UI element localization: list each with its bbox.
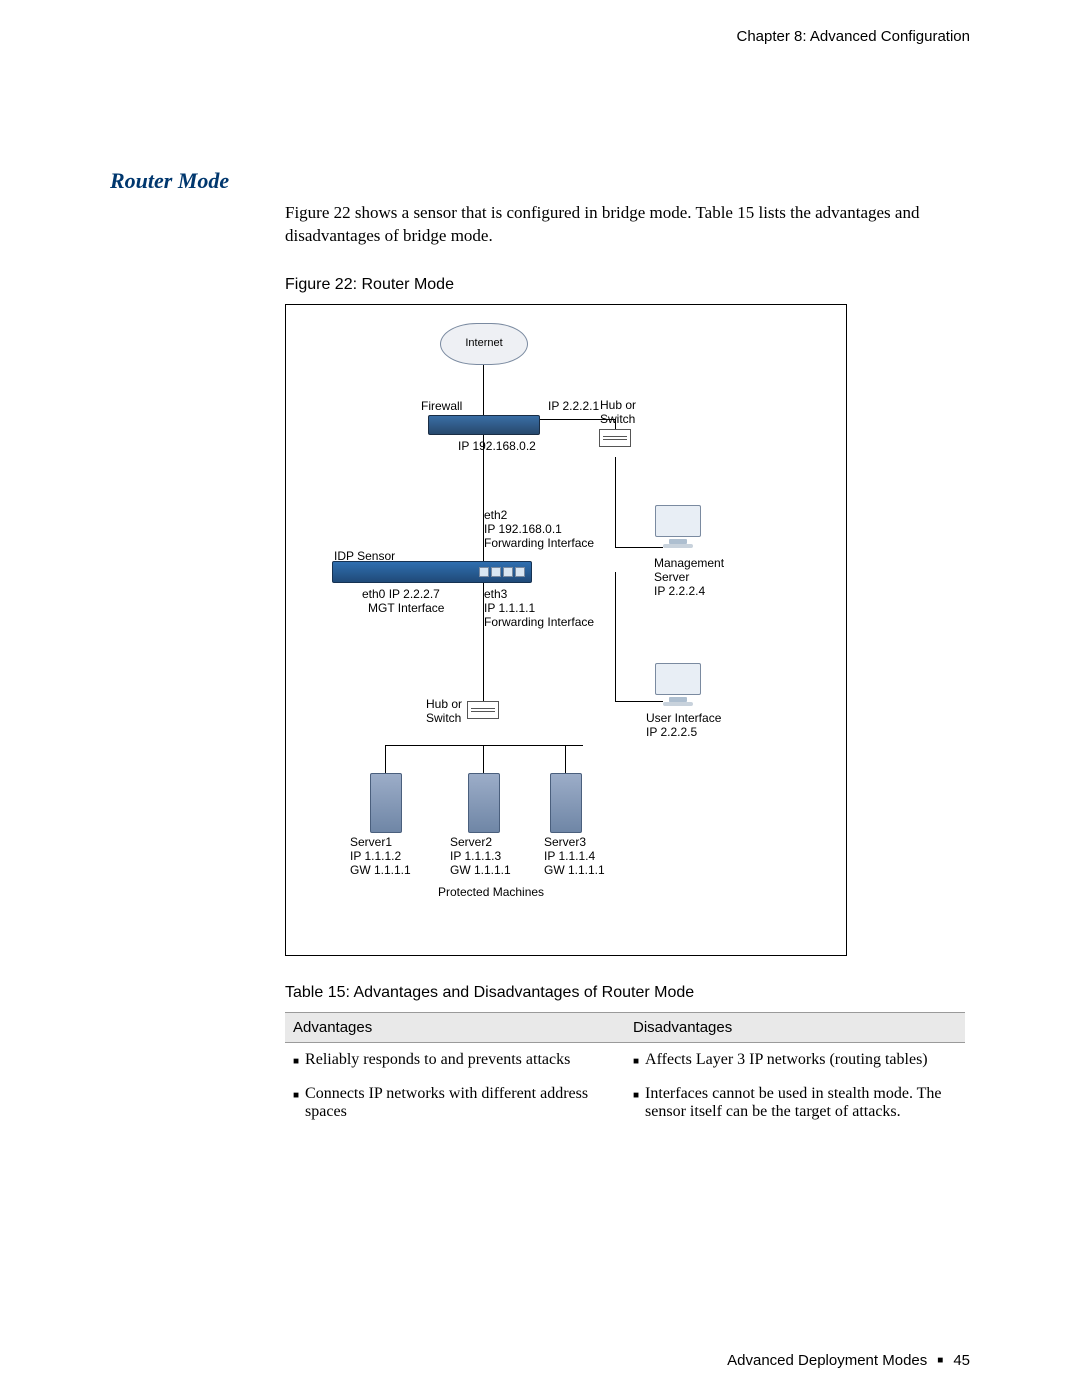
server3-l2: IP 1.1.1.4	[544, 849, 595, 863]
eth3-l2: IP 1.1.1.1	[484, 601, 535, 615]
table-row: ■Reliably responds to and prevents attac…	[285, 1043, 965, 1077]
th-disadvantages: Disadvantages	[625, 1013, 965, 1042]
table-caption: Table 15: Advantages and Disadvantages o…	[285, 984, 970, 1002]
eth0-l2: MGT Interface	[368, 601, 444, 615]
intro-text: Figure 22 shows a sensor that is configu…	[285, 202, 970, 248]
eth0-l1: eth0 IP 2.2.2.7	[362, 587, 440, 601]
server2-icon	[468, 773, 500, 833]
server1-l1: Server1	[350, 835, 392, 849]
list-item: ■Connects IP networks with different add…	[293, 1085, 617, 1121]
firewall-icon	[428, 415, 540, 435]
sensor-ports-icon	[479, 567, 525, 577]
ui-l2: IP 2.2.2.5	[646, 725, 697, 739]
eth3-l1: eth3	[484, 587, 507, 601]
adv-text: Connects IP networks with different addr…	[305, 1085, 617, 1121]
switch-bottom-icon	[467, 701, 499, 719]
switch-top-icon	[599, 429, 631, 447]
footer-bullet-icon: ■	[937, 1355, 943, 1366]
firewall-inner-ip: IP 192.168.0.2	[458, 439, 536, 453]
content-body: Figure 22 shows a sensor that is configu…	[285, 202, 970, 1129]
hub-bottom-l2: Switch	[426, 711, 461, 725]
eth2-l3: Forwarding Interface	[484, 536, 594, 550]
server3-icon	[550, 773, 582, 833]
server3-l1: Server3	[544, 835, 586, 849]
figure-diagram: Internet Firewall IP 2.2.2.1 IP 192.168.…	[285, 304, 847, 956]
dis-text: Affects Layer 3 IP networks (routing tab…	[645, 1051, 928, 1069]
footer-section: Advanced Deployment Modes	[727, 1352, 927, 1369]
firewall-label: Firewall	[421, 399, 462, 413]
server2-l1: Server2	[450, 835, 492, 849]
server2-l3: GW 1.1.1.1	[450, 863, 511, 877]
mgmt-l2: Server	[654, 570, 689, 584]
section-title: Router Mode	[110, 168, 970, 194]
hub-bottom-l1: Hub or	[426, 697, 462, 711]
internet-label: Internet	[465, 337, 502, 350]
mgmt-monitor-icon	[654, 505, 702, 549]
table-row: ■Connects IP networks with different add…	[285, 1077, 965, 1129]
server2-l2: IP 1.1.1.3	[450, 849, 501, 863]
page-footer: Advanced Deployment Modes ■ 45	[727, 1352, 970, 1369]
advantages-table: Advantages Disadvantages ■Reliably respo…	[285, 1012, 965, 1129]
document-page: Chapter 8: Advanced Configuration Router…	[0, 0, 1080, 1397]
page-header: Chapter 8: Advanced Configuration	[737, 28, 971, 45]
server1-l3: GW 1.1.1.1	[350, 863, 411, 877]
mgmt-l1: Management	[654, 556, 724, 570]
dis-text: Interfaces cannot be used in stealth mod…	[645, 1085, 957, 1121]
hub-top-label2: Switch	[600, 412, 635, 426]
table-header-row: Advantages Disadvantages	[285, 1012, 965, 1043]
adv-text: Reliably responds to and prevents attack…	[305, 1051, 570, 1069]
server3-l3: GW 1.1.1.1	[544, 863, 605, 877]
firewall-outer-ip: IP 2.2.2.1	[548, 399, 599, 413]
ui-l1: User Interface	[646, 711, 721, 725]
protected-machines-label: Protected Machines	[438, 885, 544, 899]
internet-cloud-icon: Internet	[440, 323, 528, 365]
mgmt-l3: IP 2.2.2.4	[654, 584, 705, 598]
footer-page-number: 45	[953, 1352, 970, 1369]
th-advantages: Advantages	[285, 1013, 625, 1042]
server1-l2: IP 1.1.1.2	[350, 849, 401, 863]
ui-monitor-icon	[654, 663, 702, 707]
eth2-l1: eth2	[484, 508, 507, 522]
figure-caption: Figure 22: Router Mode	[285, 276, 970, 294]
list-item: ■Interfaces cannot be used in stealth mo…	[633, 1085, 957, 1121]
list-item: ■Affects Layer 3 IP networks (routing ta…	[633, 1051, 957, 1069]
eth3-l3: Forwarding Interface	[484, 615, 594, 629]
server1-icon	[370, 773, 402, 833]
idp-sensor-icon	[332, 561, 532, 583]
hub-top-label1: Hub or	[600, 398, 636, 412]
eth2-l2: IP 192.168.0.1	[484, 522, 562, 536]
list-item: ■Reliably responds to and prevents attac…	[293, 1051, 617, 1069]
